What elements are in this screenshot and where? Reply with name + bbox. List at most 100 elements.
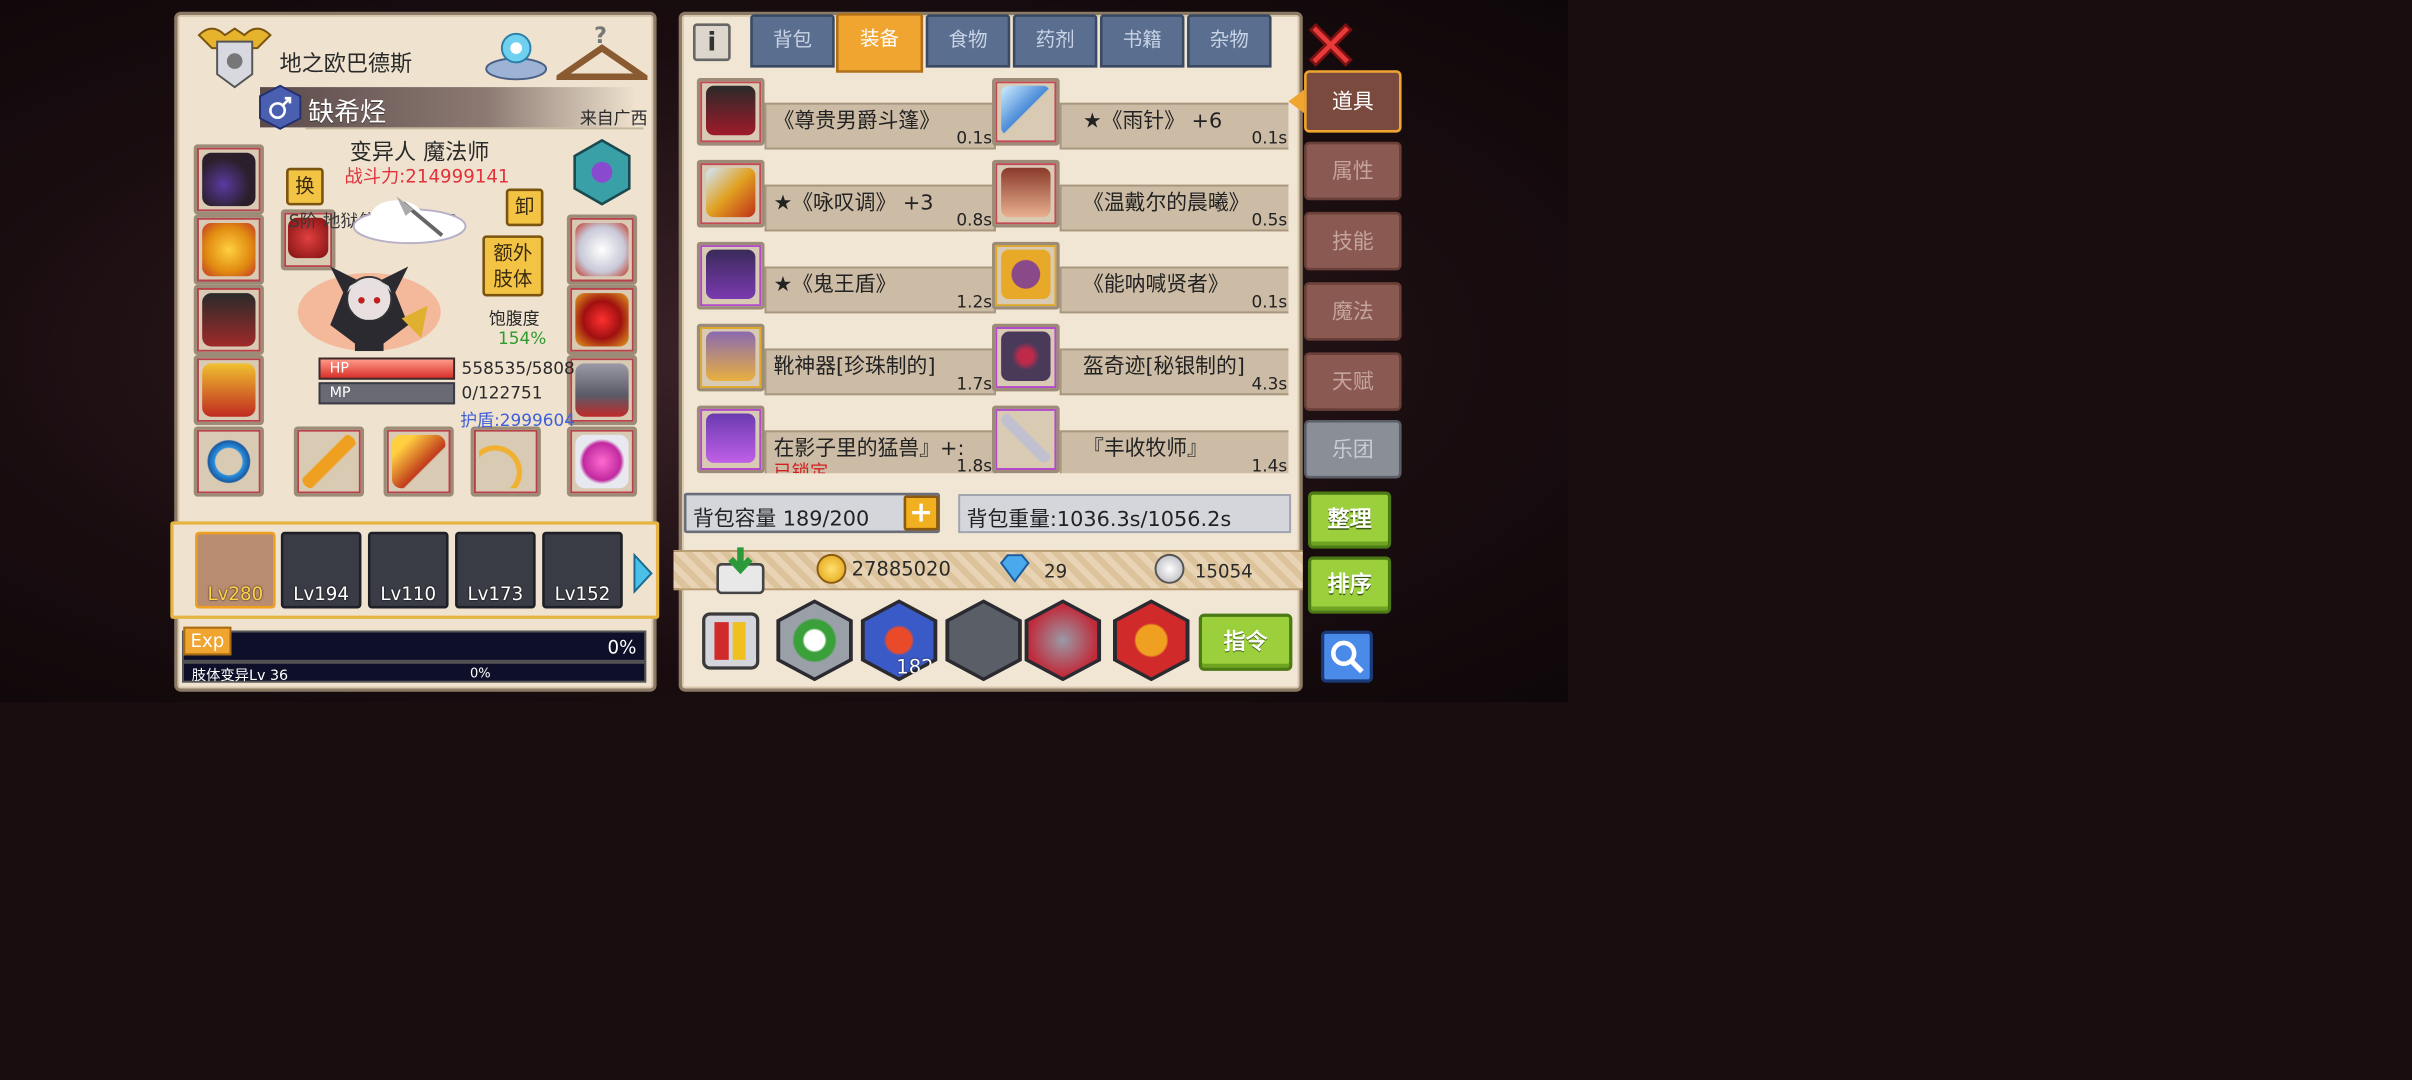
side-menu-skills[interactable]: 技能 (1304, 211, 1402, 271)
item-row[interactable]: ★《咏叹调》 +3 0.8s (696, 159, 996, 232)
cloud-icon (351, 190, 472, 249)
tab-potion[interactable]: 药剂 (1012, 14, 1098, 68)
item-row[interactable]: 在影子里的猛兽』+: 已锁定 1.8s (696, 405, 996, 474)
item-row[interactable]: ★《雨针》 +6 0.1s (992, 78, 1289, 150)
mutation-label: 肢体变异Lv 36 (191, 667, 289, 684)
exp-pct: 0% (607, 636, 637, 658)
side-menu-active-arrow-icon (1287, 88, 1305, 114)
equip-slot-staff[interactable] (293, 426, 365, 497)
armor-icon (1001, 167, 1051, 218)
gem-amount: 29 (1044, 560, 1068, 582)
cape-icon (705, 85, 756, 136)
tab-books[interactable]: 书籍 (1099, 14, 1185, 68)
exp-bar: 0% (182, 630, 647, 662)
exp-label: Exp (183, 626, 232, 656)
hammer-icon (705, 167, 756, 218)
origin-text: 来自广西 (579, 109, 648, 129)
side-menu-magic[interactable]: 魔法 (1304, 282, 1402, 341)
shield-value: 护盾:2999604 (460, 410, 576, 431)
party-member-2[interactable]: Lv194 (280, 531, 362, 609)
party-member-5[interactable]: Lv152 (542, 531, 623, 609)
close-icon[interactable] (1303, 17, 1359, 73)
locked-tag: 已锁定 (773, 460, 829, 474)
side-menu-band[interactable]: 乐团 (1304, 419, 1402, 479)
command-button[interactable]: 指令 (1198, 613, 1293, 671)
name-underline (305, 127, 644, 130)
satiety-label: 饱腹度 (488, 309, 540, 329)
side-menu-items[interactable]: 道具 (1304, 70, 1402, 133)
equip-slot-crown[interactable] (566, 284, 638, 355)
equip-slot-ring-left[interactable] (193, 426, 264, 497)
helmet-icon (1001, 331, 1051, 381)
party-next-arrow-icon[interactable] (632, 552, 654, 595)
item-row[interactable]: ★《鬼王盾》 1.2s (696, 241, 996, 314)
tab-food[interactable]: 食物 (925, 14, 1011, 68)
amulet-icon[interactable] (569, 137, 634, 209)
diamond-icon (999, 554, 1032, 583)
hp-value: 558535/5808 (461, 358, 575, 379)
male-gender-icon (259, 84, 302, 131)
equip-slot-bow[interactable] (470, 426, 541, 497)
portal-icon[interactable] (484, 22, 549, 82)
equip-slot-ring-right[interactable] (566, 426, 638, 497)
guild-title: 地之欧巴德斯 (279, 50, 413, 77)
equip-slot-spear[interactable] (383, 426, 454, 497)
equip-slot-boots[interactable] (566, 354, 638, 426)
boots-icon (705, 331, 756, 381)
gold-coin-icon (816, 553, 847, 584)
equip-slot-helmet[interactable] (193, 144, 264, 215)
satiety-value: 154% (497, 328, 547, 349)
silver-amount: 15054 (1194, 560, 1253, 582)
mutation-pct: 0% (470, 665, 491, 681)
party-member-4[interactable]: Lv173 (455, 531, 536, 609)
info-icon[interactable]: i (692, 23, 731, 62)
item-row[interactable]: 盔奇迹[秘银制的] 4.3s (992, 323, 1289, 396)
party-member-3[interactable]: Lv110 (367, 531, 449, 609)
equip-slot-cloak[interactable] (193, 284, 264, 355)
expand-bag-button[interactable]: + (903, 495, 939, 531)
tab-backpack[interactable]: 背包 (750, 14, 835, 68)
combat-power: 战斗力:214999141 (344, 165, 510, 188)
extra-limb-button[interactable]: 额外 肢体 (482, 235, 544, 297)
silver-coin-icon (1154, 553, 1185, 584)
equip-slot-belt[interactable] (193, 354, 264, 426)
sword-icon (1001, 413, 1051, 463)
guild-emblem-icon[interactable] (192, 22, 277, 90)
axe-icon (1001, 85, 1051, 136)
swap-button[interactable]: 换 (286, 167, 324, 206)
bag-capacity: 背包容量 189/200 (683, 492, 941, 534)
tab-equipment[interactable]: 装备 (836, 13, 924, 73)
hp-bar: HP (318, 357, 456, 380)
organize-button[interactable]: 整理 (1307, 491, 1392, 549)
mutation-bar: 肢体变异Lv 36 0% (182, 661, 647, 684)
item-row[interactable]: 《能呐喊贤者》 0.1s (992, 241, 1289, 314)
tab-misc[interactable]: 杂物 (1187, 14, 1272, 68)
search-icon[interactable] (1320, 630, 1373, 683)
bag-capacity-text: 背包容量 189/200 (692, 505, 870, 531)
item-row[interactable]: 《温戴尔的晨曦》 0.5s (992, 159, 1289, 232)
character-name: 缺希烃 (308, 97, 387, 128)
bag-weight: 背包重量:1036.3s/1056.2s (958, 494, 1292, 534)
item-row[interactable]: 靴神器[珍珠制的] 1.7s (696, 323, 996, 396)
hp-label: HP (329, 360, 349, 377)
item-row[interactable]: 《尊贵男爵斗篷》 0.1s (696, 78, 996, 150)
shield-icon (705, 249, 756, 300)
side-menu-talent[interactable]: 天赋 (1304, 352, 1402, 411)
side-menu-attributes[interactable]: 属性 (1304, 141, 1402, 201)
equip-slot-gloves[interactable] (566, 214, 638, 285)
race-class: 变异人 魔法师 (349, 139, 490, 166)
party-member-1[interactable]: Lv280 (195, 531, 276, 609)
deposit-icon[interactable] (714, 545, 767, 596)
numbered-list-icon[interactable] (702, 612, 760, 670)
unequip-button[interactable]: 卸 (505, 188, 544, 227)
mp-label: MP (329, 384, 351, 402)
beast-armor-icon (705, 413, 756, 463)
svg-text:?: ? (594, 23, 607, 49)
item-row[interactable]: 『丰收牧师』 1.4s (992, 405, 1289, 474)
equip-slot-accessory[interactable] (193, 214, 264, 285)
gold-amount: 27885020 (851, 557, 951, 581)
hanger-icon[interactable]: ? (549, 22, 655, 84)
item-grid: 《尊贵男爵斗篷》 0.1s ★《雨针》 +6 0.1s ★《咏叹调》 +3 0.8s … (696, 77, 1289, 474)
sort-button[interactable]: 排序 (1307, 556, 1392, 614)
mp-value: 0/122751 (461, 383, 543, 404)
